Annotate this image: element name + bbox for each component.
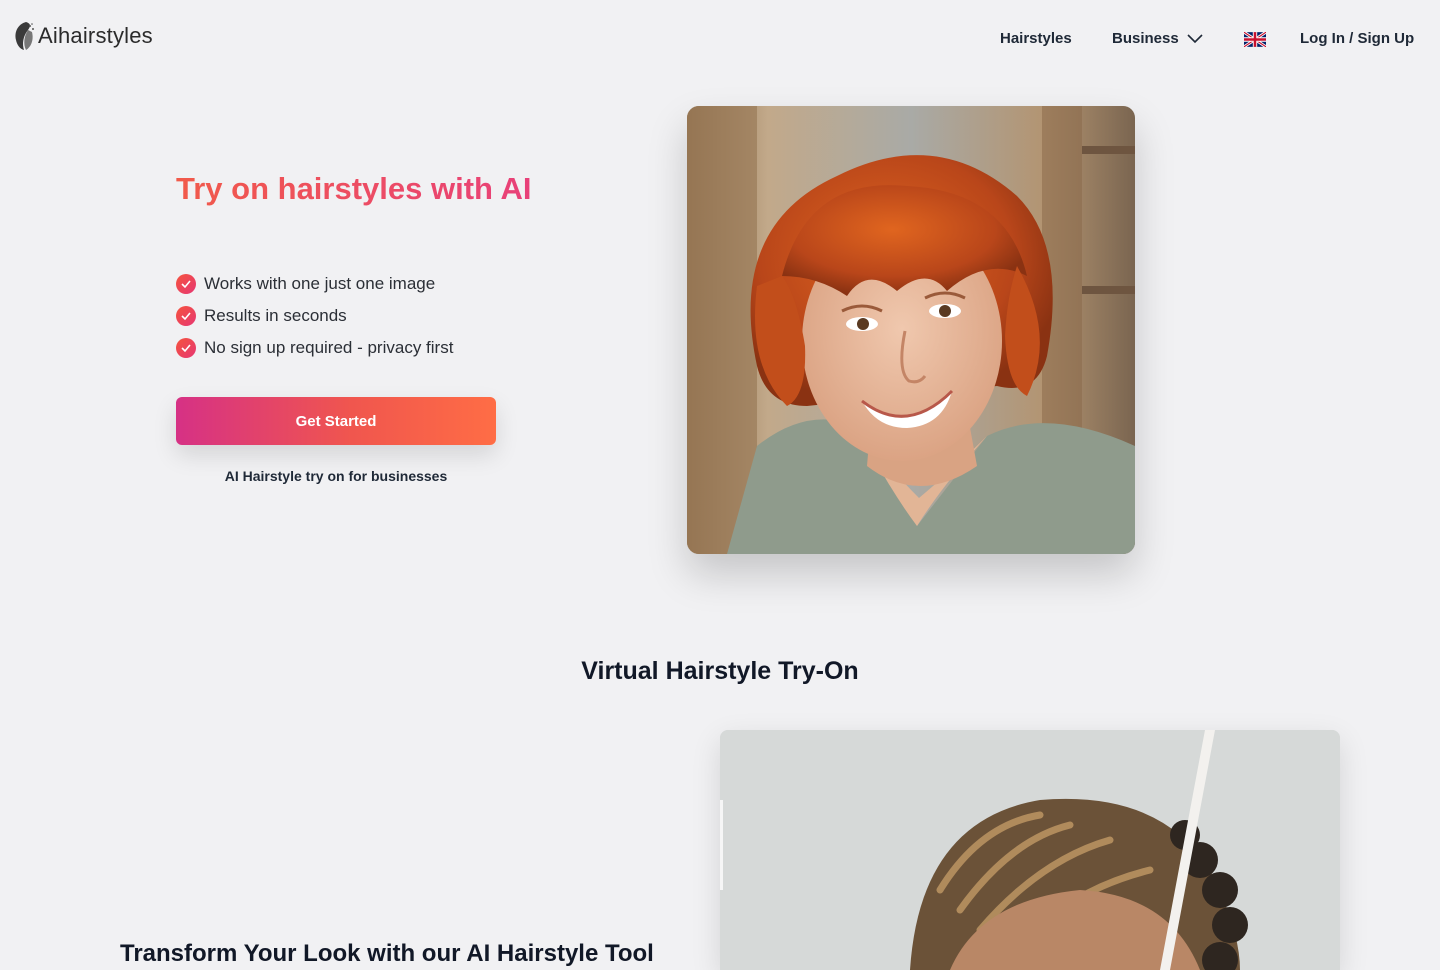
check-icon [176,306,196,326]
logo-text: Aihairstyles [38,23,153,48]
feature-text: Results in seconds [204,306,347,325]
hero-title: Try on hairstyles with AI [176,168,536,209]
feature-list: Works with one just one image Results in… [176,268,453,364]
site-header: Aihairstyles Hairstyles Business Log In … [0,0,1440,80]
feature-text: Works with one just one image [204,274,436,293]
logo[interactable]: Aihairstyles [12,20,153,52]
braids-illustration [720,730,1340,970]
logo-icon [15,22,34,50]
business-link[interactable]: AI Hairstyle try on for businesses [176,468,496,484]
nav-login-signup[interactable]: Log In / Sign Up [1300,30,1414,47]
section-subtitle: Transform Your Look with our AI Hairstyl… [120,940,654,967]
nav-business-dropdown[interactable]: Business [1112,30,1203,47]
feature-item: Results in seconds [176,300,453,332]
section-title: Virtual Hairstyle Try-On [581,657,859,685]
check-icon [176,274,196,294]
portrait-illustration [687,106,1135,554]
nav-business-label: Business [1112,30,1179,47]
feature-item: Works with one just one image [176,268,453,300]
chevron-down-icon [1187,33,1203,43]
hero-portrait-image [687,106,1135,554]
feature-text: No sign up required - privacy first [204,338,454,357]
check-icon [176,338,196,358]
nav-hairstyles[interactable]: Hairstyles [1000,30,1072,47]
get-started-button[interactable]: Get Started [176,397,496,445]
feature-item: No sign up required - privacy first [176,332,453,364]
before-after-image [720,730,1340,970]
uk-flag-icon[interactable] [1244,32,1266,47]
